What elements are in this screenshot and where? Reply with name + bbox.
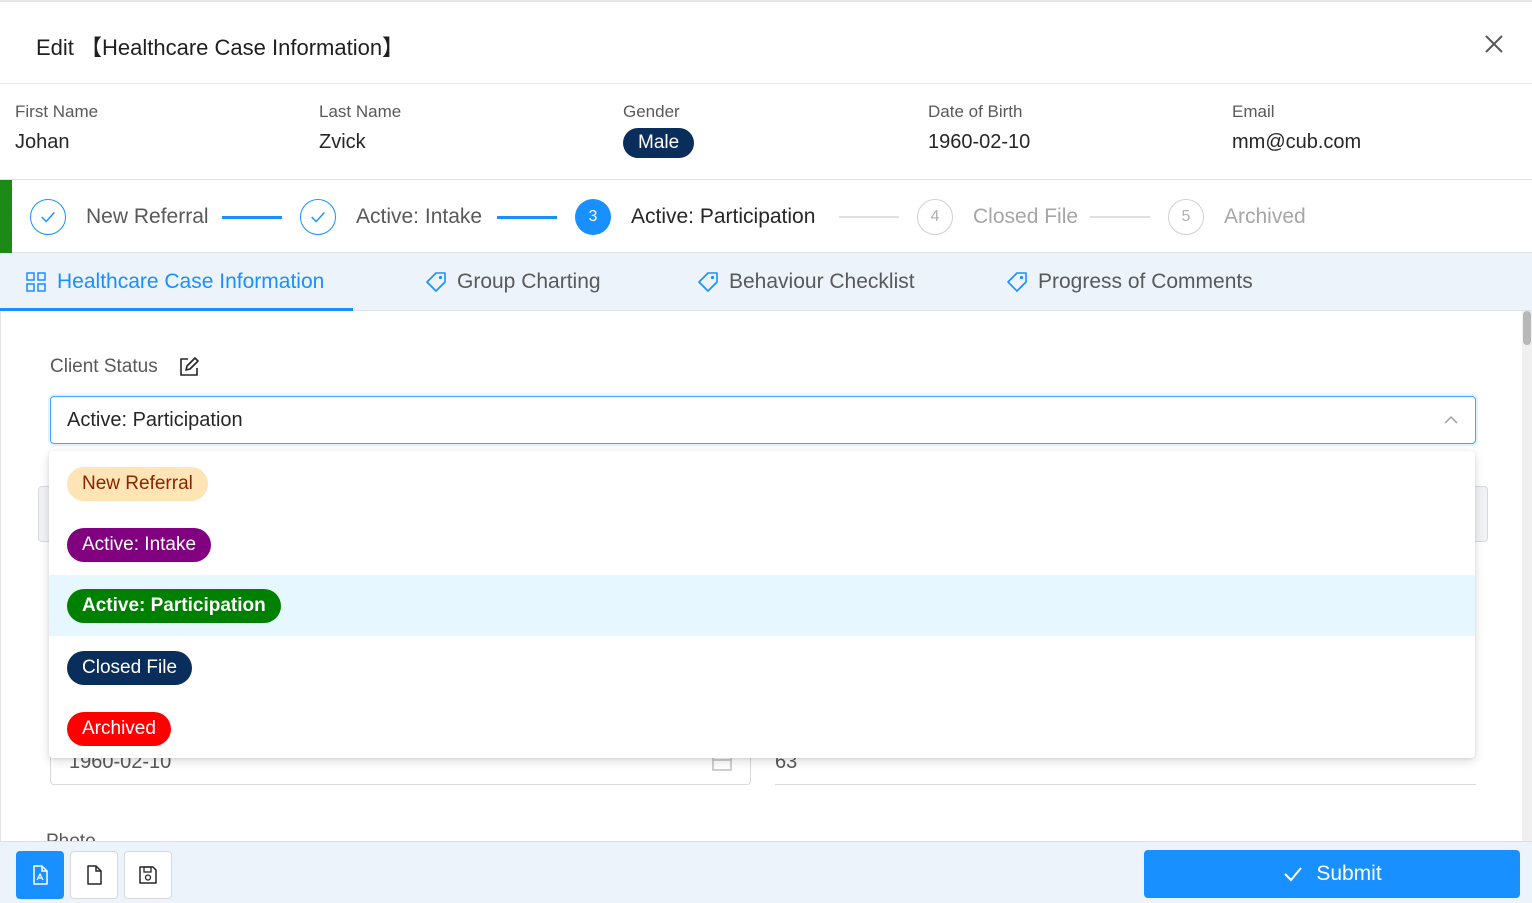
gender-badge: Male [623, 128, 695, 158]
first-name-label: First Name [15, 102, 99, 121]
tab-progress-of-comments[interactable]: Progress of Comments [1006, 253, 1253, 311]
client-status-dropdown: New Referral Active: Intake Active: Part… [49, 451, 1475, 758]
option-archived[interactable]: Archived [49, 698, 1475, 759]
status-steps: New Referral Active: Intake 3 Active: Pa… [0, 180, 1532, 253]
tab-group-charting[interactable]: Group Charting [425, 253, 601, 311]
step-number: 4 [917, 199, 953, 235]
step-connector [222, 216, 282, 219]
check-icon [30, 199, 66, 235]
last-name-value: Zvick [319, 131, 366, 153]
check-icon [300, 199, 336, 235]
file-button[interactable] [70, 851, 118, 899]
tab-behaviour-checklist[interactable]: Behaviour Checklist [697, 253, 915, 311]
step-closed-file[interactable]: 4 Closed File [917, 199, 1078, 235]
dob-field: Date of Birth 1960-02-10 [928, 102, 1030, 154]
email-label: Email [1232, 102, 1275, 121]
step-active-participation[interactable]: 3 Active: Participation [575, 199, 815, 235]
tag-icon [1007, 272, 1027, 292]
check-icon [1284, 867, 1303, 882]
option-pill: Active: Participation [67, 588, 281, 623]
step-archived[interactable]: 5 Archived [1168, 199, 1306, 235]
tab-label: Group Charting [457, 270, 601, 293]
client-status-select[interactable]: Active: Participation [50, 396, 1476, 444]
gender-label: Gender [623, 102, 680, 121]
step-connector [1090, 216, 1150, 218]
option-active-intake[interactable]: Active: Intake [49, 514, 1475, 575]
tab-bar: Healthcare Case Information Group Charti… [0, 253, 1532, 311]
step-label: Active: Participation [631, 205, 816, 228]
client-status-label-text: Client Status [50, 356, 158, 377]
last-name-field: Last Name Zvick [319, 102, 401, 154]
email-value: mm@cub.com [1232, 131, 1362, 153]
pdf-file-icon [33, 865, 48, 885]
option-pill: New Referral [67, 466, 208, 501]
client-status-value: Active: Participation [67, 409, 243, 431]
dialog-header: Edit 【Healthcare Case Information】 [0, 2, 1532, 84]
edit-icon[interactable] [178, 356, 200, 378]
step-label: New Referral [86, 205, 209, 228]
client-info-row: First Name Johan Last Name Zvick Gender … [0, 84, 1532, 180]
tab-label: Progress of Comments [1038, 270, 1253, 293]
gender-field: Gender Male [623, 102, 695, 158]
close-icon[interactable] [1482, 32, 1506, 56]
step-connector [497, 216, 557, 219]
step-new-referral[interactable]: New Referral [30, 199, 209, 235]
dob-value: 1960-02-10 [928, 131, 1031, 153]
scrollbar-thumb[interactable] [1523, 311, 1531, 345]
step-label: Closed File [973, 205, 1079, 228]
dob-label: Date of Birth [928, 102, 1023, 121]
first-name-value: Johan [15, 131, 70, 153]
option-new-referral[interactable]: New Referral [49, 453, 1475, 514]
submit-label: Submit [1316, 862, 1382, 885]
step-number: 5 [1168, 199, 1204, 235]
export-pdf-button[interactable] [16, 851, 64, 899]
email-field: Email mm@cub.com [1232, 102, 1361, 154]
option-pill: Active: Intake [67, 527, 212, 562]
tab-healthcare-case-information[interactable]: Healthcare Case Information [25, 253, 324, 311]
tag-icon [426, 272, 446, 292]
option-closed-file[interactable]: Closed File [49, 637, 1475, 698]
dialog-footer: Submit [0, 841, 1532, 903]
tab-label: Healthcare Case Information [57, 270, 325, 293]
option-active-participation[interactable]: Active: Participation [49, 575, 1475, 636]
status-indicator-bar [0, 180, 12, 253]
content-scrollbar[interactable] [1522, 311, 1532, 841]
save-button[interactable] [124, 851, 172, 899]
grid-icon [26, 272, 46, 292]
submit-button[interactable]: Submit [1144, 850, 1520, 898]
step-connector [839, 216, 899, 218]
first-name-field: First Name Johan [15, 102, 98, 154]
client-status-label: Client Status [50, 356, 200, 378]
option-pill: Closed File [67, 650, 193, 685]
step-label: Archived [1224, 205, 1306, 228]
last-name-label: Last Name [319, 102, 402, 121]
chevron-up-icon [1444, 415, 1458, 424]
file-icon [87, 865, 102, 885]
tag-icon [698, 272, 718, 292]
step-label: Active: Intake [356, 205, 483, 228]
dialog-title: Edit 【Healthcare Case Information】 [36, 35, 405, 60]
step-active-intake[interactable]: Active: Intake [300, 199, 482, 235]
step-number: 3 [575, 199, 611, 235]
option-pill: Archived [67, 711, 171, 746]
save-icon [139, 866, 157, 884]
photo-label: Photo [46, 831, 96, 841]
tab-label: Behaviour Checklist [729, 270, 915, 293]
